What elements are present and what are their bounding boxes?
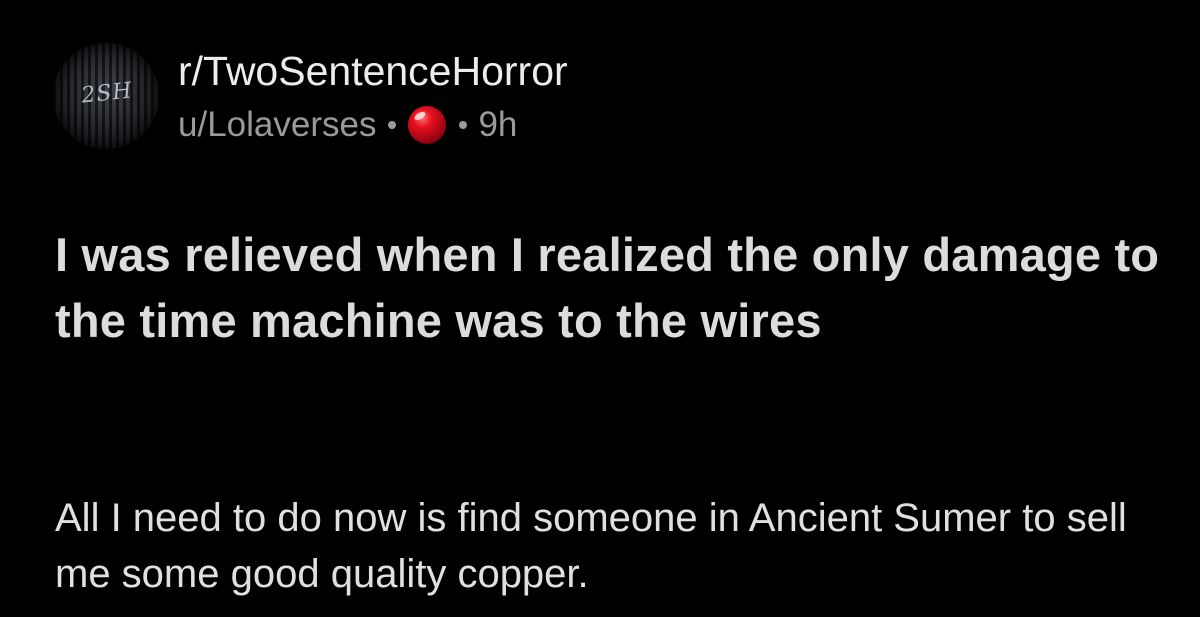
post-card[interactable]: 2SH r/TwoSentenceHorror u/Lolaverses 9h … (0, 0, 1200, 617)
author-username[interactable]: u/Lolaverses (178, 105, 376, 145)
post-header: r/TwoSentenceHorror u/Lolaverses 9h (178, 46, 568, 147)
avatar-logo-text: 2SH (80, 78, 134, 109)
separator-dot (459, 121, 468, 129)
post-age: 9h (478, 105, 518, 144)
post-body: All I need to do now is find someone in … (55, 496, 1127, 596)
post-title[interactable]: I was relieved when I realized the only … (55, 222, 1165, 354)
post-byline: u/Lolaverses 9h (178, 103, 568, 147)
subreddit-avatar[interactable]: 2SH (53, 43, 159, 149)
subreddit-name[interactable]: r/TwoSentenceHorror (178, 46, 568, 96)
separator-dot (388, 121, 397, 129)
red-ball-award-icon[interactable] (407, 105, 447, 145)
